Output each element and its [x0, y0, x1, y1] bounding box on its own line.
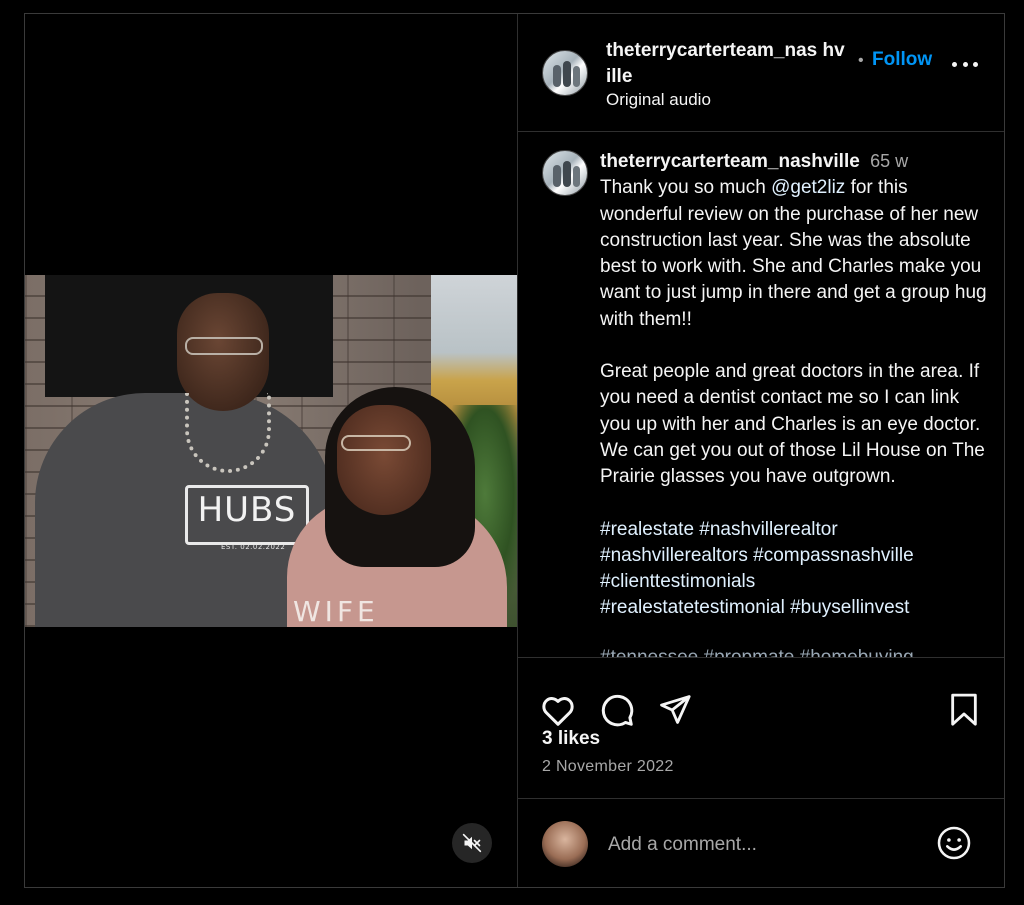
likes-count[interactable]: 3 likes — [542, 728, 600, 750]
comment-icon[interactable] — [599, 692, 635, 733]
post-date: 2 November 2022 — [542, 758, 674, 775]
more-options-icon[interactable] — [952, 60, 978, 68]
current-user-avatar — [542, 821, 588, 867]
caption-text-cont: for this wonderful review on the purchas… — [600, 177, 987, 330]
comments-section[interactable]: theterrycarterteam_nashville 65 w Thank … — [518, 132, 1004, 658]
bookmark-icon[interactable] — [948, 693, 980, 732]
caption-author-avatar[interactable] — [542, 150, 588, 196]
caption-text: Thank you so much — [600, 177, 772, 199]
hashtag-link[interactable]: #clienttestimonials — [600, 571, 755, 592]
mention-link[interactable]: @get2liz — [771, 177, 845, 198]
emoji-icon[interactable] — [936, 825, 972, 866]
author-username[interactable]: theterrycarterteam_nas hville — [606, 38, 846, 90]
hashtag-link[interactable]: #buysellinvest — [790, 597, 909, 618]
heart-icon[interactable] — [540, 693, 576, 732]
mute-button[interactable] — [452, 823, 492, 863]
post-caption: theterrycarterteam_nashville 65 w Thank … — [600, 148, 990, 622]
comment-input[interactable] — [606, 829, 910, 861]
audio-label[interactable]: Original audio — [606, 90, 711, 110]
info-panel: theterrycarterteam_nas hville Original a… — [517, 14, 1004, 887]
caption-username[interactable]: theterrycarterteam_nashville — [600, 151, 860, 172]
media-pane: HUBS EST. 02.02.2022 WIFE — [25, 14, 517, 887]
hashtags: #realestate #nashvillerealtor #nashville… — [600, 517, 990, 622]
woman-face — [337, 405, 431, 515]
hashtag-link[interactable]: #nashvillerealtors — [600, 545, 748, 566]
post-modal: HUBS EST. 02.02.2022 WIFE theterrycarter… — [24, 13, 1005, 888]
author-avatar[interactable] — [542, 50, 588, 96]
hashtag-link[interactable]: #realestate — [600, 519, 694, 540]
post-header: theterrycarterteam_nas hville Original a… — [518, 14, 1004, 132]
comment-bar — [518, 798, 1004, 887]
hashtags-overflow: #tennessee #propmate #homebuying — [600, 648, 960, 657]
video-player[interactable]: HUBS EST. 02.02.2022 WIFE — [25, 275, 517, 627]
action-bar: 3 likes 2 November 2022 — [518, 658, 1004, 798]
caption-time[interactable]: 65 w — [865, 151, 908, 171]
hashtag-link[interactable]: #realestatetestimonial — [600, 597, 785, 618]
woman-glasses — [341, 435, 411, 451]
man-glasses — [185, 337, 263, 355]
muted-speaker-icon — [462, 833, 482, 853]
share-icon[interactable] — [658, 693, 692, 732]
follow-button[interactable]: Follow — [872, 49, 932, 71]
hashtag-link[interactable]: #compassnashville — [753, 545, 914, 566]
woman-shirt-text: WIFE — [293, 595, 379, 627]
caption-paragraph: Great people and great doctors in the ar… — [600, 361, 985, 488]
shirt-logo: HUBS — [185, 485, 309, 545]
separator-dot: • — [858, 52, 864, 69]
shirt-logo-sub: EST. 02.02.2022 — [221, 543, 286, 551]
hashtag-link[interactable]: #nashvillerealtor — [699, 519, 837, 540]
